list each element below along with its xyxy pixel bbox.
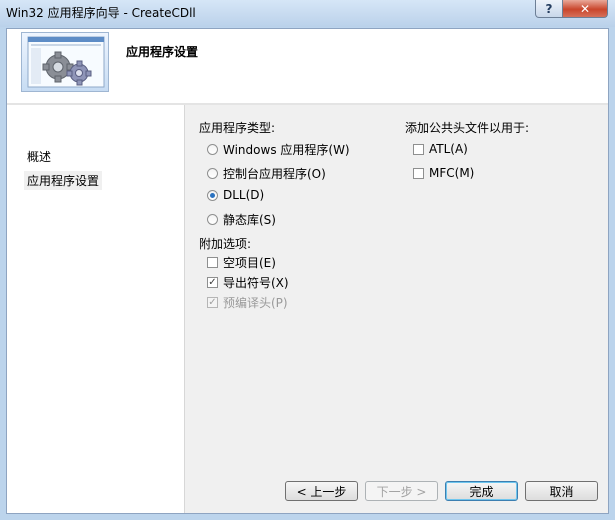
radio-windows-app[interactable]: Windows 应用程序(W): [207, 141, 350, 158]
wizard-nav: 概述 应用程序设置: [7, 105, 185, 513]
radio-label: Windows 应用程序(W): [223, 143, 350, 157]
cancel-button[interactable]: 取消: [525, 481, 598, 501]
checkbox[interactable]: [207, 257, 218, 268]
checkmark-icon[interactable]: ✓: [207, 277, 218, 288]
checkbox-atl[interactable]: ATL(A): [413, 142, 468, 156]
checkbox[interactable]: [413, 143, 424, 155]
checkbox-mfc[interactable]: MFC(M): [413, 166, 474, 180]
radio-label: DLL(D): [223, 188, 265, 202]
help-icon: ?: [545, 1, 553, 16]
nav-item-overview[interactable]: 概述: [24, 147, 54, 166]
radio-button[interactable]: [207, 214, 218, 225]
nav-item-app-settings[interactable]: 应用程序设置: [24, 171, 103, 190]
finish-button[interactable]: 完成: [445, 481, 518, 501]
radio-static-lib[interactable]: 静态库(S): [207, 211, 276, 228]
extra-options-label: 附加选项:: [199, 237, 252, 251]
checkbox[interactable]: [413, 167, 424, 179]
checkbox-label: 导出符号(X): [223, 276, 289, 290]
gears-illustration: [27, 36, 105, 88]
checkmark-icon: ✓: [207, 296, 218, 308]
wizard-header: 应用程序设置: [7, 29, 608, 104]
radio-button-selected[interactable]: [207, 189, 218, 201]
app-type-label: 应用程序类型:: [199, 121, 276, 135]
window-title: Win32 应用程序向导 - CreateCDll: [6, 6, 196, 20]
close-icon: ✕: [579, 1, 591, 16]
radio-button[interactable]: [207, 168, 218, 179]
page-title: 应用程序设置: [126, 45, 199, 59]
checkbox-label: 预编译头(P): [223, 296, 288, 310]
radio-button[interactable]: [207, 144, 218, 155]
title-bar[interactable]: Win32 应用程序向导 - CreateCDll ? ✕: [0, 0, 615, 27]
radio-label: 控制台应用程序(O): [223, 167, 326, 181]
settings-panel: 应用程序类型: Windows 应用程序(W) 控制台应用程序(O) DLL(D…: [185, 105, 608, 513]
radio-dll[interactable]: DLL(D): [207, 188, 264, 202]
close-button[interactable]: ✕: [562, 0, 608, 18]
radio-label: 静态库(S): [223, 213, 276, 227]
next-button: 下一步 >: [365, 481, 438, 501]
checkbox-export-symbols[interactable]: ✓ 导出符号(X): [207, 274, 289, 291]
prev-button[interactable]: < 上一步: [285, 481, 358, 501]
gears-icon: [21, 32, 109, 92]
checkbox-precompiled-header: ✓ 预编译头(P): [207, 294, 288, 311]
wizard-client-area: 应用程序设置 概述 应用程序设置 应用程序类型: Windows 应用程序(W)…: [6, 28, 609, 514]
help-button[interactable]: ?: [535, 0, 563, 18]
checkbox-label: ATL(A): [429, 142, 468, 156]
checkbox-empty-project[interactable]: 空项目(E): [207, 254, 276, 271]
common-headers-label: 添加公共头文件以用于:: [405, 121, 530, 135]
checkbox-label: MFC(M): [429, 166, 475, 180]
radio-console-app[interactable]: 控制台应用程序(O): [207, 165, 326, 182]
checkbox-label: 空项目(E): [223, 256, 276, 270]
